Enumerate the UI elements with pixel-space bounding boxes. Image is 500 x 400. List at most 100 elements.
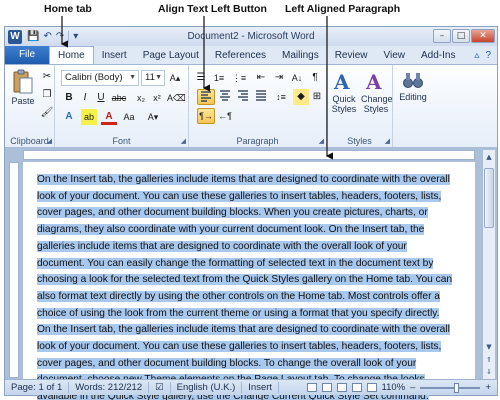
numbering-icon[interactable]: 1≡ (211, 70, 227, 86)
clipboard-launcher-icon[interactable]: ◢ (47, 137, 52, 145)
horizontal-ruler[interactable] (23, 150, 475, 160)
full-screen-view-icon[interactable] (321, 383, 332, 392)
zoom-out-button[interactable]: – (410, 382, 415, 393)
tab-view[interactable]: View (376, 48, 414, 64)
change-styles-button[interactable]: A Change Styles (361, 69, 393, 114)
paragraph-line: choosing a look for the selected text fr… (37, 274, 453, 286)
justify-icon (256, 90, 266, 101)
insert-mode-indicator[interactable]: Insert (242, 382, 280, 393)
close-button[interactable]: ✕ (471, 29, 495, 43)
document-area: On the Insert tab, the galleries include… (5, 148, 497, 400)
scrollbar-thumb[interactable] (484, 168, 494, 228)
paragraph-line: document. You can easily change the form… (37, 257, 434, 269)
format-painter-icon[interactable]: 🖌 (39, 105, 55, 121)
copy-icon[interactable]: ❐ (39, 87, 55, 103)
font-group-label: Font (112, 136, 131, 146)
increase-indent-icon[interactable]: ⇥ (271, 70, 287, 86)
shrink-font-icon[interactable]: A▾ (145, 109, 161, 125)
font-size-dropdown[interactable]: 11 ▼ (141, 70, 165, 86)
paste-label: Paste (11, 96, 35, 106)
multilevel-list-icon[interactable]: ⋮≡ (231, 70, 247, 86)
underline-icon[interactable]: U (93, 90, 109, 106)
window-controls: – □ ✕ (433, 29, 495, 43)
ribbon-home: Paste ✂ ❐ 🖌 Clipboard ◢ Calibri (Body) ▼ … (5, 64, 497, 148)
tab-add-ins[interactable]: Add-Ins (413, 48, 463, 64)
page-count[interactable]: Page: 1 of 1 (5, 382, 70, 393)
vertical-ruler[interactable] (9, 162, 19, 378)
status-bar: Page: 1 of 1 Words: 212/212 ☑ English (U… (5, 379, 497, 395)
shading-icon[interactable]: ◆ (293, 89, 309, 105)
cut-icon[interactable]: ✂ (39, 69, 55, 85)
minimize-button[interactable]: – (433, 29, 451, 43)
scroll-up-icon[interactable]: ▲ (483, 151, 495, 163)
rtl-direction-button[interactable]: ←¶ (217, 108, 233, 124)
align-right-button[interactable] (235, 89, 251, 105)
paste-button[interactable]: Paste (9, 69, 37, 106)
tab-review[interactable]: Review (327, 48, 376, 64)
bold-icon[interactable]: B (61, 90, 77, 106)
next-page-icon[interactable]: ⇓ (483, 366, 495, 378)
zoom-level[interactable]: 110% (382, 382, 406, 393)
justify-button[interactable] (253, 89, 269, 105)
ltr-direction-button[interactable]: ¶→ (197, 108, 215, 124)
minimize-ribbon-icon[interactable]: ▵ (474, 50, 479, 61)
draft-view-icon[interactable] (366, 383, 377, 392)
zoom-slider[interactable] (420, 382, 481, 393)
font-color-icon[interactable]: A (101, 109, 117, 125)
left-aligned-paragraph[interactable]: On the Insert tab, the galleries include… (37, 172, 463, 400)
language-indicator[interactable]: English (U.K.) (171, 382, 243, 393)
change-case-icon[interactable]: Aa (121, 109, 137, 125)
print-layout-view-icon[interactable] (306, 383, 317, 392)
superscript-icon[interactable]: x² (149, 90, 165, 106)
help-icon[interactable]: ? (485, 50, 491, 61)
zoom-slider-thumb[interactable] (454, 382, 460, 393)
paragraph-line: cover pages, and other document building… (37, 357, 417, 369)
binoculars-icon (403, 73, 423, 88)
font-launcher-icon[interactable]: ◢ (181, 137, 186, 145)
clear-formatting-icon[interactable]: A⌫ (167, 90, 186, 106)
highlight-icon[interactable]: ab (81, 109, 97, 125)
sort-icon[interactable]: A↓ (289, 70, 305, 86)
web-layout-view-icon[interactable] (336, 383, 347, 392)
bullets-icon[interactable]: ☰ (193, 70, 209, 86)
styles-launcher-icon[interactable]: ◢ (385, 137, 390, 145)
tab-home[interactable]: Home (49, 46, 94, 64)
strikethrough-icon[interactable]: abc (111, 90, 127, 106)
previous-page-icon[interactable]: ⇑ (483, 354, 495, 366)
quick-styles-label: Quick Styles (331, 94, 357, 114)
font-name-dropdown[interactable]: Calibri (Body) ▼ (61, 70, 139, 86)
tab-page-layout[interactable]: Page Layout (135, 48, 207, 64)
paragraph-group-label: Paragraph (236, 136, 279, 146)
outline-view-icon[interactable] (351, 383, 362, 392)
align-left-icon (201, 91, 211, 102)
paragraph-launcher-icon[interactable]: ◢ (319, 137, 324, 145)
tab-file[interactable]: File (5, 46, 49, 64)
decrease-indent-icon[interactable]: ⇤ (253, 70, 269, 86)
group-clipboard: Paste ✂ ❐ 🖌 Clipboard ◢ (5, 65, 55, 147)
word-count[interactable]: Words: 212/212 (69, 382, 150, 393)
paragraph-line: also format text directly by using the o… (37, 290, 440, 302)
zoom-in-button[interactable]: + (485, 382, 491, 393)
quick-styles-button[interactable]: A Quick Styles (329, 69, 359, 114)
document-page[interactable]: On the Insert tab, the galleries include… (23, 162, 475, 400)
tab-references[interactable]: References (207, 48, 274, 64)
align-right-icon (238, 90, 248, 101)
tab-mailings[interactable]: Mailings (274, 48, 327, 64)
proofing-icon[interactable]: ☑ (149, 382, 171, 393)
vertical-scrollbar[interactable]: ▲ ▼ ⇑ ⇓ (482, 150, 495, 379)
borders-icon[interactable]: ⊞ (309, 89, 325, 105)
grow-font-icon[interactable]: A▴ (167, 70, 183, 86)
maximize-button[interactable]: □ (452, 29, 470, 43)
line-spacing-icon[interactable]: ↕≡ (273, 89, 289, 105)
align-center-icon (220, 90, 230, 101)
align-center-button[interactable] (217, 89, 233, 105)
show-formatting-icon[interactable]: ¶ (307, 70, 323, 86)
scroll-down-icon[interactable]: ▼ (483, 341, 495, 353)
paragraph-line: galleries include items that are designe… (37, 240, 407, 252)
text-effects-icon[interactable]: A (61, 109, 77, 125)
align-left-button[interactable] (197, 89, 215, 105)
italic-icon[interactable]: I (77, 90, 93, 106)
tab-insert[interactable]: Insert (94, 48, 135, 64)
subscript-icon[interactable]: x₂ (133, 90, 149, 106)
editing-button[interactable]: Editing (395, 69, 431, 102)
